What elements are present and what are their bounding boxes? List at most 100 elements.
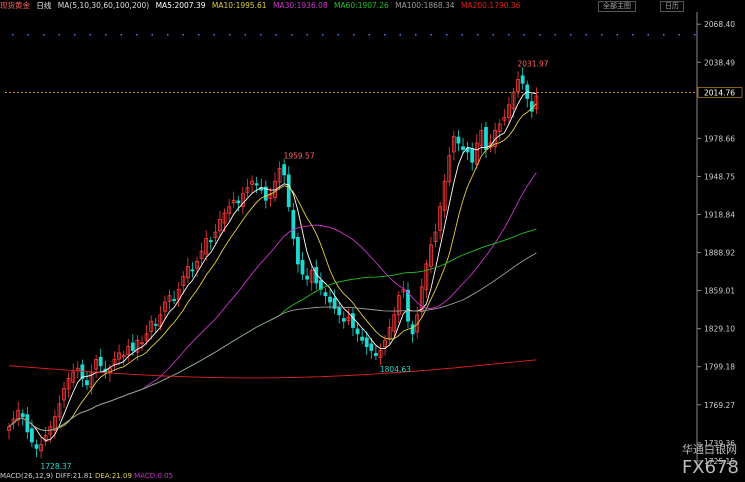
candle-body	[130, 342, 135, 351]
price-annotation: 1804.63	[380, 365, 411, 374]
ma200-line	[8, 359, 537, 379]
watermark: 华通白银网 FX678	[682, 441, 739, 478]
event-marker	[74, 34, 76, 36]
candle-body	[208, 240, 213, 243]
event-marker	[508, 34, 510, 36]
price-annotation: 1959.57	[284, 152, 315, 161]
event-marker	[43, 34, 45, 36]
candle-body	[236, 200, 241, 204]
event-marker	[182, 34, 184, 36]
ma5-line	[8, 91, 537, 441]
event-marker	[213, 34, 215, 36]
candle-body	[25, 414, 30, 433]
event-marker	[89, 34, 91, 36]
price-axis-label: 1888.92	[704, 249, 735, 258]
event-marker	[27, 34, 29, 36]
event-marker	[353, 34, 355, 36]
calendar-button[interactable]: 日历	[660, 1, 684, 12]
price-axis-label: 2038.49	[704, 58, 735, 67]
event-marker	[136, 34, 138, 36]
ma200-value: MA200:1790.36	[460, 1, 521, 10]
candle-body	[190, 269, 195, 272]
event-marker	[337, 34, 339, 36]
price-axis-label: 1978.66	[704, 134, 735, 143]
candle-body	[98, 356, 103, 367]
event-marker	[601, 34, 603, 36]
price-axis-label: 1829.10	[704, 325, 735, 334]
event-marker	[275, 34, 277, 36]
event-marker	[477, 34, 479, 36]
candle-body	[153, 323, 158, 326]
event-marker	[570, 34, 572, 36]
candle-body	[410, 324, 415, 335]
event-marker	[663, 34, 665, 36]
candlestick-chart: 2068.40 2038.49 2014.76 1978.66 1948.75 1918.…	[5, 12, 743, 471]
candle-body	[360, 336, 365, 341]
event-marker	[446, 34, 448, 36]
candle-body	[172, 299, 177, 301]
price-annotation: 1728.37	[41, 462, 72, 471]
candle-body	[373, 353, 378, 356]
event-marker	[616, 34, 618, 36]
event-marker	[306, 34, 308, 36]
period-tag[interactable]: 日线	[36, 1, 51, 10]
watermark-cn: 华通白银网	[681, 443, 737, 456]
ma30-value: MA30:1936.08	[272, 1, 328, 10]
macd-value: MACD:0.05	[134, 472, 174, 480]
price-axis-label: 1859.01	[704, 287, 735, 296]
candle-body	[461, 146, 465, 150]
event-marker	[291, 34, 293, 36]
price-axis-label: 1948.75	[704, 172, 735, 181]
watermark-logo: FX678	[681, 457, 739, 478]
candle-body	[520, 75, 525, 84]
dea-value: DEA:21.09	[95, 472, 132, 480]
candle-body	[85, 380, 89, 386]
candle-body	[341, 318, 346, 322]
event-marker	[120, 34, 122, 36]
candle-body	[364, 337, 369, 347]
candle-body	[30, 428, 34, 443]
candle-body	[337, 307, 342, 316]
event-marker	[58, 34, 60, 36]
candle-body	[470, 148, 475, 163]
event-marker	[430, 34, 432, 36]
event-marker	[585, 34, 587, 36]
macd-label: MACD(26,12,9)	[0, 472, 54, 480]
candle-body	[369, 343, 374, 351]
candle-body	[456, 136, 461, 144]
event-marker	[647, 34, 649, 36]
event-marker	[678, 34, 680, 36]
ma10-value: MA10:1995.61	[211, 1, 267, 10]
diff-value: DIFF:21.81	[55, 472, 93, 480]
event-marker	[523, 34, 525, 36]
ma5-value: MA5:2007.39	[155, 1, 206, 10]
candle-body	[286, 174, 291, 208]
candle-body	[406, 289, 410, 322]
event-marker	[539, 34, 541, 36]
event-marker	[12, 34, 14, 36]
event-marker	[260, 34, 262, 36]
macd-footer: MACD(26,12,9) DIFF:21.81 DEA:21.09 MACD:…	[0, 472, 173, 482]
event-marker	[384, 34, 386, 36]
event-marker	[105, 34, 107, 36]
event-marker	[554, 34, 556, 36]
event-marker	[399, 34, 401, 36]
event-marker	[694, 34, 696, 36]
symbol-name: 现货黄金	[0, 1, 30, 10]
candle-body	[305, 275, 310, 280]
price-axis-label: 1918.84	[704, 210, 735, 219]
event-marker	[244, 34, 246, 36]
event-marker	[229, 34, 231, 36]
main-chart-select-button[interactable]: 全部主图	[598, 1, 636, 12]
price-axis-label: 1799.18	[704, 363, 735, 372]
candle-body	[296, 236, 300, 265]
current-price-label: 2014.76	[704, 88, 735, 97]
ma60-line	[8, 228, 537, 432]
ma100-line	[8, 252, 537, 432]
candle-body	[282, 164, 287, 176]
candle-body	[355, 328, 360, 335]
price-annotation: 2031.97	[517, 60, 548, 69]
price-axis-label: 1769.27	[704, 401, 735, 410]
event-marker	[167, 34, 169, 36]
candle-body	[328, 296, 332, 303]
